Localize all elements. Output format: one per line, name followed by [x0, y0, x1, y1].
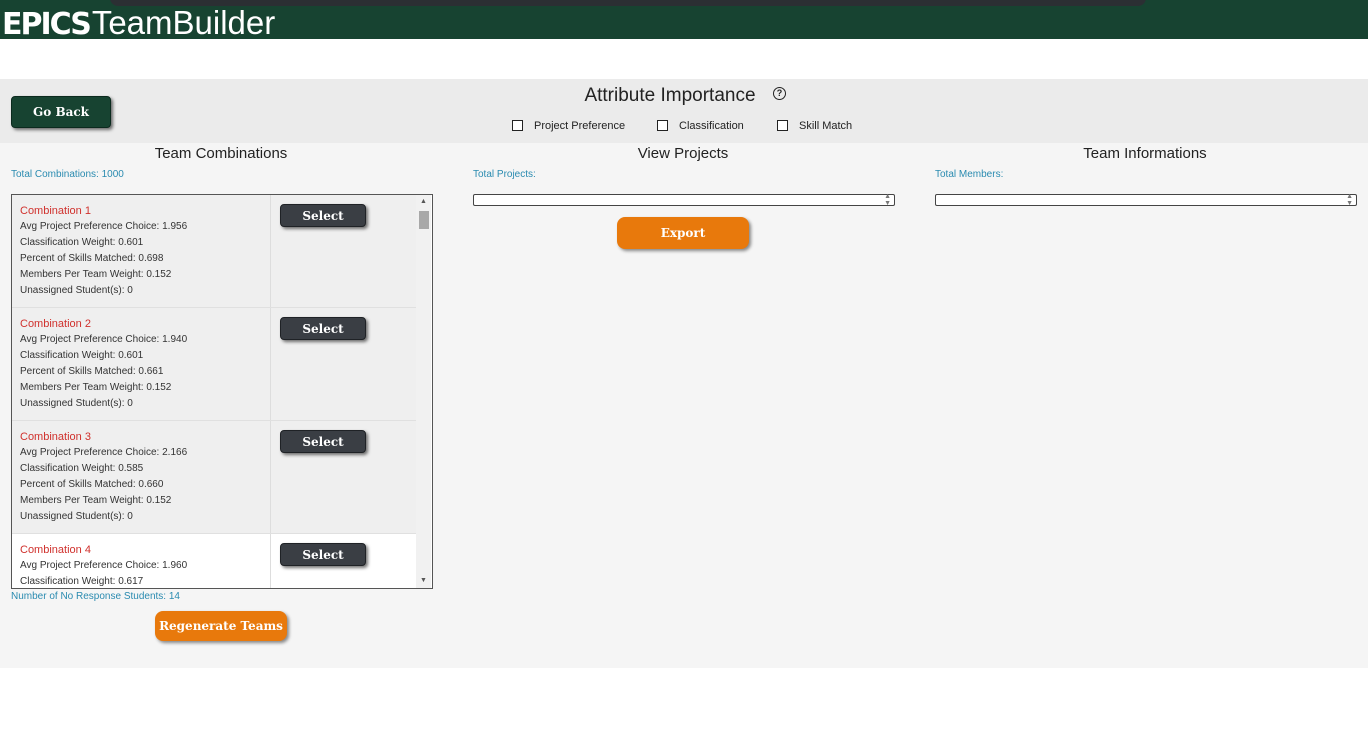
- team-informations-title: Team Informations: [1083, 145, 1207, 162]
- combination-stat: Members Per Team Weight: 0.152: [20, 382, 172, 393]
- combination-title: Combination 1: [20, 205, 91, 217]
- brand-light: TeamBuilder: [91, 4, 276, 39]
- checkbox-label: Skill Match: [799, 120, 853, 132]
- checkbox-label: Project Preference: [534, 120, 626, 132]
- combination-stat: Percent of Skills Matched: 0.661: [20, 366, 164, 377]
- combination-stat: Avg Project Preference Choice: 1.960: [20, 560, 188, 571]
- total-members-label: Total Members:: [935, 169, 1004, 180]
- list-item: Combination 2 Avg Project Preference Cho…: [12, 308, 416, 421]
- no-response-label: Number of No Response Students: 14: [11, 591, 180, 602]
- total-combinations-label: Total Combinations: 1000: [11, 169, 124, 180]
- combination-stat: Classification Weight: 0.601: [20, 237, 144, 248]
- view-projects-title: View Projects: [637, 145, 729, 162]
- select-button[interactable]: Select: [280, 204, 366, 227]
- select-arrows-icon: ▲ ▼: [1346, 193, 1353, 207]
- checkbox-label: Classification: [679, 120, 744, 132]
- regenerate-teams-button[interactable]: Regenerate Teams: [155, 611, 287, 641]
- combination-stat: Classification Weight: 0.585: [20, 463, 144, 474]
- go-back-button[interactable]: Go Back: [11, 96, 111, 128]
- combination-stat: Unassigned Student(s): 0: [20, 398, 133, 409]
- scroll-down-arrow-icon[interactable]: ▼: [416, 574, 431, 588]
- combination-stat: Avg Project Preference Choice: 1.940: [20, 334, 188, 345]
- list-item: Combination 3 Avg Project Preference Cho…: [12, 421, 416, 534]
- app-header: EPICSTeamBuilder: [0, 0, 1368, 39]
- checkbox-icon[interactable]: [512, 120, 523, 131]
- total-projects-label: Total Projects:: [473, 169, 536, 180]
- checkbox-icon[interactable]: [657, 120, 668, 131]
- item-divider: [270, 195, 271, 307]
- projects-select[interactable]: ▲ ▼: [473, 193, 895, 207]
- list-item: Combination 4 Avg Project Preference Cho…: [12, 534, 416, 588]
- item-divider: [270, 421, 271, 533]
- checkbox-classification[interactable]: Classification: [657, 119, 749, 133]
- checkbox-project-preference[interactable]: Project Preference: [512, 119, 630, 133]
- combination-stat: Classification Weight: 0.617: [20, 576, 144, 587]
- select-button[interactable]: Select: [280, 317, 366, 340]
- export-button[interactable]: Export: [617, 217, 749, 249]
- brand-logo: EPICSTeamBuilder: [2, 4, 276, 40]
- combination-stat: Percent of Skills Matched: 0.660: [20, 479, 164, 490]
- combination-stat: Members Per Team Weight: 0.152: [20, 269, 172, 280]
- list-scrollbar[interactable]: ▲ ▼: [416, 195, 431, 588]
- combination-stat: Unassigned Student(s): 0: [20, 511, 133, 522]
- select-button[interactable]: Select: [280, 430, 366, 453]
- brand-bold: EPICS: [2, 7, 92, 40]
- combination-title: Combination 2: [20, 318, 91, 330]
- checkbox-icon[interactable]: [777, 120, 788, 131]
- help-icon[interactable]: ?: [773, 87, 786, 100]
- item-divider: [270, 534, 271, 588]
- combination-stat: Members Per Team Weight: 0.152: [20, 495, 172, 506]
- team-combinations-title: Team Combinations: [154, 145, 288, 162]
- item-divider: [270, 308, 271, 420]
- combination-stat: Avg Project Preference Choice: 2.166: [20, 447, 188, 458]
- members-select[interactable]: ▲ ▼: [935, 193, 1357, 207]
- select-arrows-icon: ▲ ▼: [884, 193, 891, 207]
- combination-stat: Unassigned Student(s): 0: [20, 285, 133, 296]
- combination-title: Combination 4: [20, 544, 91, 556]
- scrollbar-thumb[interactable]: [419, 211, 429, 229]
- combination-stat: Percent of Skills Matched: 0.698: [20, 253, 164, 264]
- select-button[interactable]: Select: [280, 543, 366, 566]
- combination-stat: Avg Project Preference Choice: 1.956: [20, 221, 188, 232]
- checkbox-skill-match[interactable]: Skill Match: [777, 119, 859, 133]
- scroll-up-arrow-icon[interactable]: ▲: [416, 195, 431, 209]
- list-item: Combination 1 Avg Project Preference Cho…: [12, 195, 416, 308]
- combinations-list[interactable]: Combination 1 Avg Project Preference Cho…: [11, 194, 433, 589]
- combination-stat: Classification Weight: 0.601: [20, 350, 144, 361]
- combination-title: Combination 3: [20, 431, 91, 443]
- attribute-importance-title: Attribute Importance: [584, 85, 756, 106]
